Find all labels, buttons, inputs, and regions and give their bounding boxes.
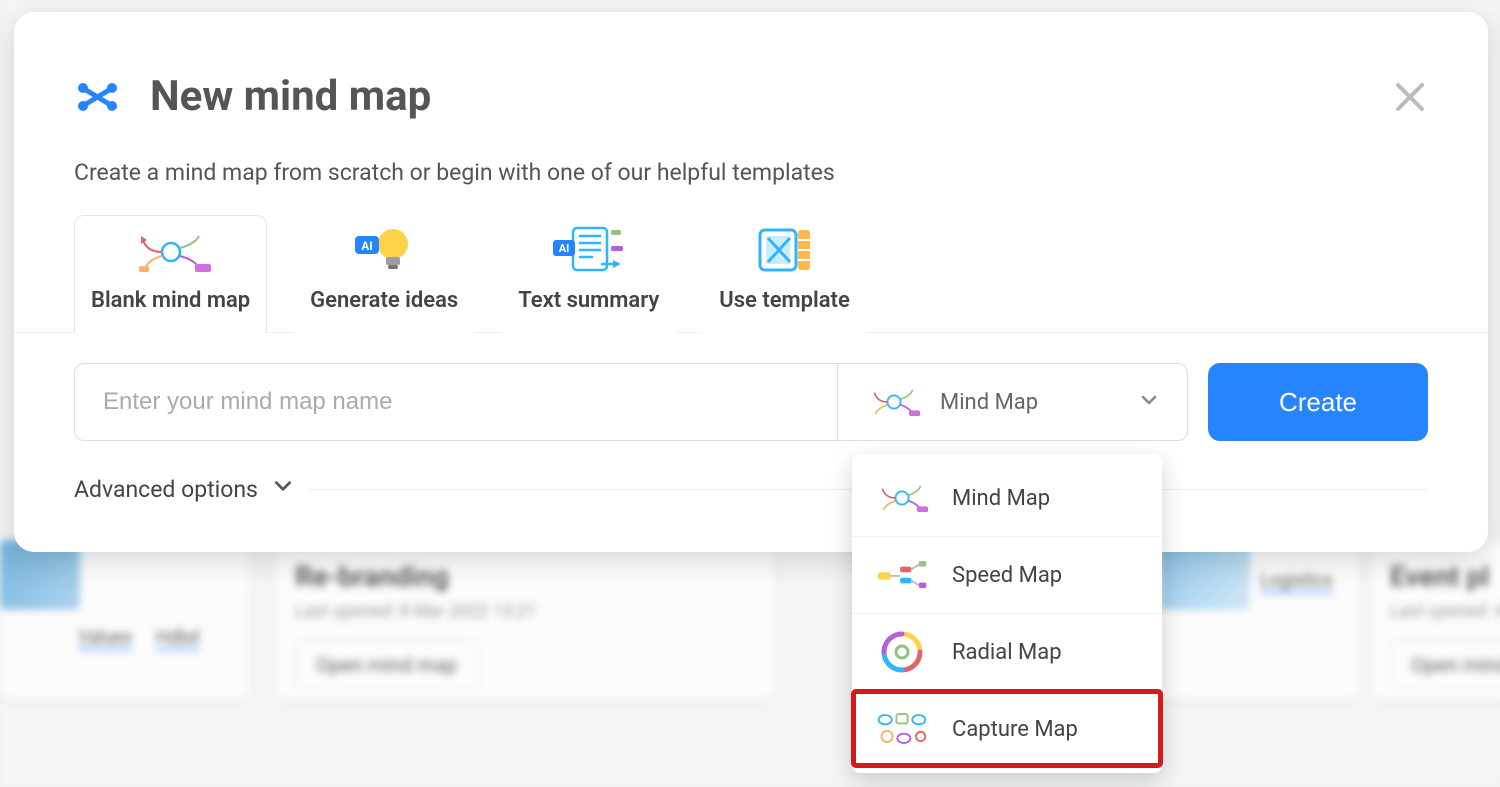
- advanced-options-label: Advanced options: [74, 476, 258, 503]
- bg-tag: Logistics: [1260, 570, 1333, 593]
- advanced-options-toggle[interactable]: Advanced options: [74, 475, 1428, 503]
- creation-tabs: Blank mind map AI Generate ideas: [14, 214, 1488, 333]
- bg-card-title: Event pl: [1390, 560, 1500, 593]
- tab-label: Text summary: [518, 288, 659, 313]
- map-type-dropdown: Mind Map Speed Map: [852, 454, 1162, 773]
- template-icon: [750, 226, 820, 274]
- map-type-option-mindmap[interactable]: Mind Map: [852, 460, 1162, 536]
- speedmap-icon: [874, 555, 930, 595]
- map-type-option-label: Speed Map: [952, 563, 1062, 588]
- map-type-select[interactable]: Mind Map: [837, 364, 1187, 440]
- app-logo-icon: [74, 77, 122, 117]
- map-type-option-speedmap[interactable]: Speed Map: [852, 536, 1162, 613]
- bg-card-subtitle: Last opened: 8 Mar 2022 13:21: [295, 601, 755, 622]
- document-ai-icon: AI: [547, 226, 631, 274]
- create-button[interactable]: Create: [1208, 363, 1428, 441]
- tab-label: Blank mind map: [91, 288, 250, 313]
- map-type-option-label: Radial Map: [952, 640, 1062, 665]
- bg-tag: Hdbd: [156, 627, 199, 650]
- bg-card-title: Re-branding: [295, 560, 755, 593]
- chevron-down-icon: [272, 475, 294, 503]
- mindmap-icon: [874, 478, 930, 518]
- capturemap-icon: [874, 709, 930, 749]
- tab-label: Generate ideas: [310, 288, 458, 313]
- bg-tag: Values: [78, 627, 132, 650]
- mindmap-icon: [866, 382, 922, 422]
- chevron-down-icon: [1139, 390, 1159, 414]
- radialmap-icon: [874, 632, 930, 672]
- tab-text-summary[interactable]: AI Text summary: [501, 215, 676, 333]
- new-mindmap-modal: New mind map Create a mind map from scra…: [14, 12, 1488, 552]
- close-button[interactable]: [1392, 79, 1428, 115]
- bg-open-button: Open mind: [1390, 640, 1500, 690]
- map-type-selected-label: Mind Map: [940, 390, 1121, 415]
- map-type-option-label: Mind Map: [952, 486, 1050, 511]
- mindmap-name-input[interactable]: [75, 364, 837, 440]
- modal-subtitle: Create a mind map from scratch or begin …: [74, 159, 1428, 186]
- tab-blank-mindmap[interactable]: Blank mind map: [74, 215, 267, 333]
- map-type-option-radialmap[interactable]: Radial Map: [852, 613, 1162, 690]
- modal-title: New mind map: [150, 72, 431, 121]
- map-type-option-label: Capture Map: [952, 717, 1078, 742]
- svg-text:AI: AI: [361, 239, 373, 253]
- tab-use-template[interactable]: Use template: [702, 215, 867, 333]
- lightbulb-ai-icon: AI: [349, 226, 419, 274]
- bg-card-subtitle: Last opened: 4 M: [1390, 601, 1500, 622]
- map-type-option-capturemap[interactable]: Capture Map: [852, 690, 1162, 767]
- svg-text:AI: AI: [558, 242, 569, 255]
- tab-label: Use template: [719, 288, 850, 313]
- tab-generate-ideas[interactable]: AI Generate ideas: [293, 215, 475, 333]
- mindmap-icon: [129, 226, 213, 274]
- bg-open-button: Open mind map: [295, 640, 478, 690]
